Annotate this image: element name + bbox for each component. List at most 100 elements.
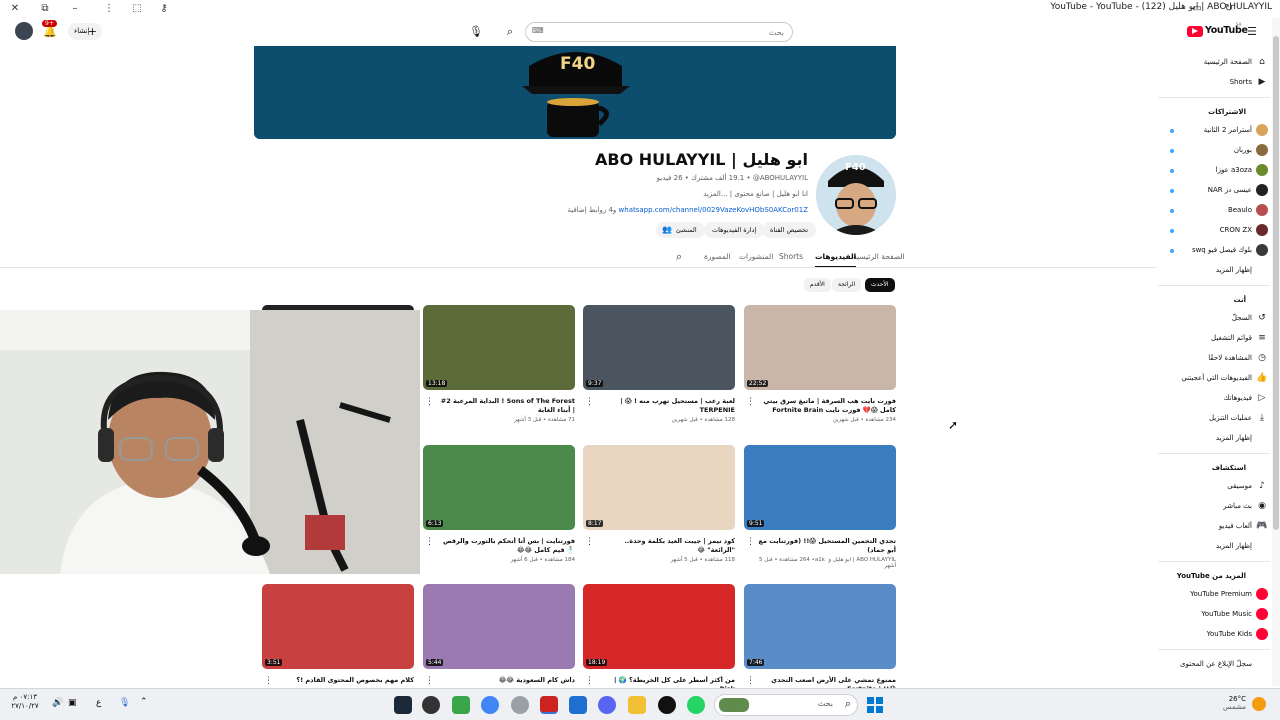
taskbar-search[interactable]: بحث ⌕ xyxy=(714,694,858,716)
video-card[interactable]: 9:51 تحدي التخمين المستحيل 😱!! (فورتنايت … xyxy=(744,445,896,575)
sidebar-item-history[interactable]: ↺ السجلّ xyxy=(1158,310,1270,328)
sidebar-item-live[interactable]: ◉ بث مباشر xyxy=(1158,498,1270,516)
more-from-youtube-heading[interactable]: المزيد من YouTube xyxy=(1177,572,1246,580)
tab-shorts[interactable]: Shorts xyxy=(779,252,803,261)
subscription-item[interactable]: عيسى دز NAR xyxy=(1158,182,1270,200)
clock[interactable]: ٠٧:١٣ م ٢٧/١٠/٢٧ xyxy=(8,693,42,711)
tab-posts[interactable]: المنشورات xyxy=(739,252,773,261)
creator-button[interactable]: المنشئ 👥 xyxy=(656,222,705,238)
youtube-product-item[interactable]: YouTube Kids xyxy=(1158,626,1270,644)
tab-home[interactable]: الصفحة الرئيسية xyxy=(853,252,905,261)
video-card[interactable]: 8:17 كود نيمز | جيبت العيد بكلمة وحدة.. "… xyxy=(583,445,735,575)
video-thumbnail[interactable]: 9:37 xyxy=(583,305,735,390)
video-thumbnail[interactable]: 7:46 xyxy=(744,584,896,669)
you-show-more[interactable]: إظهار المزيد xyxy=(1158,430,1270,448)
hamburger-menu-icon[interactable]: ☰ xyxy=(1242,22,1262,42)
video-title[interactable]: فورتنايت | بس أنا أتحكم بالتورت والرقص 🕺… xyxy=(437,537,575,555)
manage-videos-button[interactable]: إدارة الفيديوهات xyxy=(704,222,765,238)
video-menu-icon[interactable]: ⋮ xyxy=(746,537,755,547)
subscription-item[interactable]: بلوك فيصل فيو swq xyxy=(1158,242,1270,260)
youtube-product-item[interactable]: YouTube Premium xyxy=(1158,586,1270,604)
search-box[interactable]: ⌨ xyxy=(525,22,793,42)
scrollbar-thumb[interactable] xyxy=(1273,36,1279,530)
key-icon[interactable]: ⚷ xyxy=(157,2,171,16)
video-thumbnail[interactable]: 6:13 xyxy=(423,445,575,530)
filter-popular[interactable]: الرائجة xyxy=(832,278,862,292)
filter-oldest[interactable]: الأقدم xyxy=(804,278,831,292)
video-title[interactable]: تحدي التخمين المستحيل 😱!! (فورتنايت مع أ… xyxy=(758,537,896,555)
channel-links-more[interactable]: و4 روابط إضافية xyxy=(567,206,616,214)
search-icon[interactable]: ⌕ xyxy=(500,22,520,42)
youtube-product-item[interactable]: YouTube Music xyxy=(1158,606,1270,624)
tray-overflow-icon[interactable]: ⌃ xyxy=(140,697,148,707)
you-heading[interactable]: أنت xyxy=(1234,296,1246,304)
video-thumbnail[interactable]: 18:19 xyxy=(583,584,735,669)
app-taskbar-icon-1[interactable] xyxy=(422,696,440,714)
sidebar-item-thumbs-up[interactable]: 👍 الفيديوهات التي أعجبتني xyxy=(1158,370,1270,388)
voice-search-mic-icon[interactable]: 🎙 xyxy=(466,22,486,42)
whatsapp-taskbar-icon[interactable] xyxy=(687,696,705,714)
chrome-taskbar-icon[interactable] xyxy=(481,696,499,714)
explore-show-more[interactable]: إظهار المزيد xyxy=(1158,538,1270,556)
explore-heading[interactable]: استكشاف xyxy=(1212,464,1246,472)
sidebar-item-clock[interactable]: ◷ المشاهدة لاحقًا xyxy=(1158,350,1270,368)
video-card[interactable]: 13:18 Sons of The Forest ! البداية المرعب… xyxy=(423,305,575,435)
video-thumbnail[interactable]: 3:51 xyxy=(262,584,414,669)
video-card[interactable]: 22:52 فورت نايت هب السرقة | ماتبغ سرق بيت… xyxy=(744,305,896,435)
channel-about[interactable]: انا ابو هليل | صانع محتوى | ...المزيد xyxy=(703,190,808,198)
app-taskbar-icon-2[interactable] xyxy=(452,696,470,714)
video-menu-icon[interactable]: ⋮ xyxy=(585,537,594,547)
customize-channel-button[interactable]: تخصيص القناة xyxy=(762,222,817,238)
channel-search-icon[interactable]: ⌕ xyxy=(676,250,682,264)
sidebar-item-download[interactable]: ⤓ عمليات التنزيل xyxy=(1158,410,1270,428)
video-thumbnail[interactable]: 13:18 xyxy=(423,305,575,390)
subscription-item[interactable]: بوربان xyxy=(1158,142,1270,160)
sidebar-item-your-videos[interactable]: ▷ فيديوهاتك xyxy=(1158,390,1270,408)
video-title[interactable]: فورت نايت هب السرقة | ماتبغ سرق بيتي كام… xyxy=(758,397,896,415)
search-input[interactable] xyxy=(554,25,784,40)
video-card[interactable]: 9:37 لعبة رعب | مستحيل تهرب منه ! 😱 | TER… xyxy=(583,305,735,435)
video-card[interactable]: 6:13 فورتنايت | بس أنا أتحكم بالتورت والر… xyxy=(423,445,575,575)
volume-icon[interactable]: 🔊 xyxy=(52,698,63,708)
video-title[interactable]: Sons of The Forest ! البداية المرعبة 2# … xyxy=(437,397,575,415)
network-icon[interactable]: ▣ xyxy=(68,698,77,708)
restore-window-icon[interactable]: ⧉ xyxy=(38,2,52,16)
video-thumbnail[interactable]: 22:52 xyxy=(744,305,896,390)
discord-taskbar-icon[interactable] xyxy=(598,696,616,714)
subscriptions-show-more[interactable]: إظهار المزيد xyxy=(1158,262,1270,280)
reload-icon[interactable]: ↻ xyxy=(1222,2,1236,16)
create-button[interactable]: إنشاء + xyxy=(68,23,102,40)
youtube-logo[interactable]: YouTube SA xyxy=(1187,22,1248,39)
channel-avatar[interactable]: F40 xyxy=(816,155,896,235)
video-menu-icon[interactable]: ⋮ xyxy=(425,676,434,686)
video-thumbnail[interactable]: 9:51 xyxy=(744,445,896,530)
extensions-icon[interactable]: ⬚ xyxy=(130,2,144,16)
subscription-item[interactable]: CRON ZX xyxy=(1158,222,1270,240)
video-menu-icon[interactable]: ⋮ xyxy=(264,676,273,686)
video-thumbnail[interactable]: 8:17 xyxy=(583,445,735,530)
video-menu-icon[interactable]: ⋮ xyxy=(746,397,755,407)
filter-latest[interactable]: الأحدث xyxy=(865,278,895,292)
video-title[interactable]: داش كام السعودية 😂😂 xyxy=(437,676,575,685)
video-title[interactable]: لعبة رعب | مستحيل تهرب منه ! 😱 | TERPENI… xyxy=(597,397,735,415)
minimize-window-icon[interactable]: – xyxy=(68,2,82,16)
video-menu-icon[interactable]: ⋮ xyxy=(585,397,594,407)
weather-widget[interactable]: 26°C مشمس xyxy=(1216,695,1246,711)
more-menu-icon[interactable]: ⋮ xyxy=(102,2,116,16)
sidebar-item-gaming[interactable]: 🎮 ألعاب فيديو xyxy=(1158,518,1270,536)
subscription-item[interactable]: أسترامر 2 الثانية xyxy=(1158,122,1270,140)
report-history-item[interactable]: سجلّ الإبلاغ عن المحتوى xyxy=(1158,656,1270,674)
youtube-taskbar-icon[interactable] xyxy=(540,696,558,714)
video-menu-icon[interactable]: ⋮ xyxy=(425,537,434,547)
video-menu-icon[interactable]: ⋮ xyxy=(585,676,594,686)
tab-photos[interactable]: المصورة xyxy=(704,252,731,261)
tiktok-taskbar-icon[interactable] xyxy=(658,696,676,714)
explorer-taskbar-icon[interactable] xyxy=(628,696,646,714)
close-window-icon[interactable]: ✕ xyxy=(8,2,22,16)
windows-start-icon[interactable] xyxy=(866,696,884,714)
store-taskbar-icon[interactable] xyxy=(569,696,587,714)
sidebar-item-shorts[interactable]: ▶ Shorts xyxy=(1158,74,1270,92)
steam-taskbar-icon[interactable] xyxy=(394,696,412,714)
video-title[interactable]: كود نيمز | جيبت العيد بكلمة وحدة.. "الرا… xyxy=(597,537,735,555)
sidebar-item-playlist[interactable]: ≡ قوائم التشغيل xyxy=(1158,330,1270,348)
